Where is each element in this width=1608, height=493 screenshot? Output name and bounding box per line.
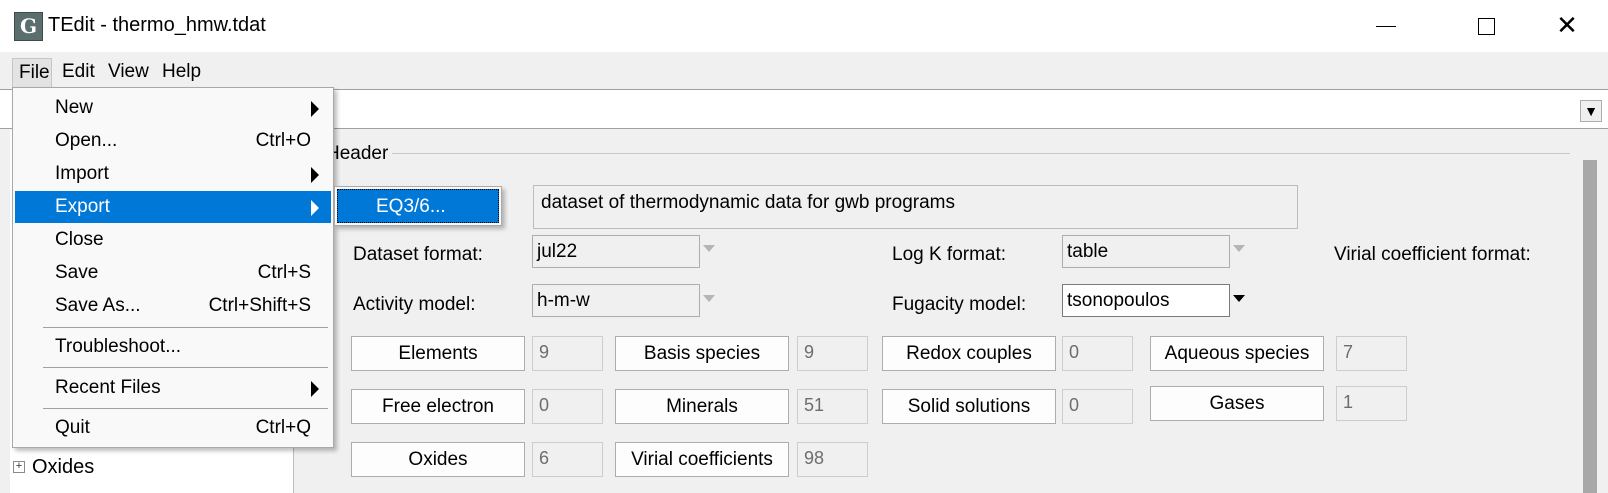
maximize-button[interactable] [1446,0,1526,52]
free-electron-count: 0 [532,389,603,424]
menu-item-close[interactable]: Close [15,224,331,256]
gases-button[interactable]: Gases [1150,386,1324,421]
chevron-down-icon[interactable] [703,245,715,252]
menu-view[interactable]: View [102,58,155,87]
window-title: TEdit - thermo_hmw.tdat [48,14,266,36]
chevron-down-icon[interactable] [1233,295,1245,302]
expand-icon[interactable]: + [13,461,25,473]
menu-item-export[interactable]: Export [15,191,331,223]
fugacity-model-label: Fugacity model: [892,294,1027,315]
menu-separator [43,408,328,409]
logk-format-combo[interactable]: table [1062,235,1230,268]
app-icon[interactable]: G [14,12,43,41]
export-submenu: EQ3/6... [334,186,502,226]
menu-item-troubleshoot[interactable]: Troubleshoot... [15,331,331,363]
close-icon: ✕ [1556,11,1578,41]
virial-coefficients-button[interactable]: Virial coefficients [615,442,789,477]
redox-couples-button[interactable]: Redox couples [882,336,1056,371]
menu-file[interactable]: File [12,58,52,87]
menu-item-open[interactable]: Open... Ctrl+O [15,125,331,157]
minimize-icon [1376,25,1396,27]
virial-coefficients-count: 98 [797,442,868,477]
solid-solutions-count: 0 [1062,389,1133,424]
menu-item-save[interactable]: Save Ctrl+S [15,257,331,289]
oxides-count: 6 [532,442,603,477]
elements-count: 9 [532,336,603,371]
menu-item-save-as[interactable]: Save As... Ctrl+Shift+S [15,290,331,322]
file-menu: New Open... Ctrl+O Import Export Close S… [12,87,334,448]
virial-format-label: Virial coefficient format: [1334,244,1531,265]
oxides-button[interactable]: Oxides [351,442,525,477]
solid-solutions-button[interactable]: Solid solutions [882,389,1056,424]
menu-item-label: Quit [55,417,90,438]
menu-item-label: Import [55,163,109,184]
menu-item-shortcut: Ctrl+O [255,130,311,151]
chevron-down-icon[interactable] [1233,245,1245,252]
menu-help[interactable]: Help [156,58,207,87]
activity-model-label: Activity model: [353,294,476,315]
app-icon-letter: G [19,14,38,38]
group-border [390,153,1570,154]
fugacity-model-combo[interactable]: tsonopoulos [1062,284,1230,317]
menu-item-label: Close [55,229,104,250]
menu-item-label: Troubleshoot... [55,336,182,357]
menu-item-recent-files[interactable]: Recent Files [15,372,331,404]
header-group-title: Header [326,143,393,165]
menu-item-shortcut: Ctrl+S [257,262,311,283]
tree-node-oxides[interactable]: Oxides [32,456,94,479]
menu-item-export-eq36[interactable]: EQ3/6... [337,189,499,223]
free-electron-button[interactable]: Free electron [351,389,525,424]
menu-bar: File Edit View Help [0,55,1608,88]
submenu-arrow-icon [311,167,319,183]
minerals-count: 51 [797,389,868,424]
title-bar: G TEdit - thermo_hmw.tdat ✕ [0,0,1608,52]
submenu-arrow-icon [311,381,319,397]
menu-item-shortcut: Ctrl+Shift+S [208,295,311,316]
menu-item-new[interactable]: New [15,92,331,124]
menu-separator [43,327,328,328]
menu-edit[interactable]: Edit [56,58,101,87]
path-dropdown-button[interactable]: ▼ [1580,100,1602,122]
basis-species-count: 9 [797,336,868,371]
menu-item-label: New [55,97,94,118]
menu-item-label: Recent Files [55,377,161,398]
dataset-format-label: Dataset format: [353,244,483,265]
dataset-format-combo[interactable]: jul22 [532,235,700,268]
menu-item-label: Export [55,196,110,217]
gases-count: 1 [1336,386,1407,421]
menu-separator [43,367,328,368]
submenu-arrow-icon [311,200,319,216]
menu-item-label: Save [55,262,99,283]
menu-item-label: EQ3/6... [376,196,446,217]
aqueous-species-count: 7 [1336,336,1407,371]
logk-format-label: Log K format: [892,244,1007,265]
menu-item-shortcut: Ctrl+Q [255,417,311,438]
menu-item-label: Save As... [55,295,141,316]
elements-button[interactable]: Elements [351,336,525,371]
description-field[interactable]: dataset of thermodynamic data for gwb pr… [533,185,1298,229]
basis-species-button[interactable]: Basis species [615,336,789,371]
maximize-icon [1477,17,1495,35]
close-button[interactable]: ✕ [1527,0,1607,52]
chevron-down-icon[interactable] [703,295,715,302]
scrollbar-thumb[interactable] [1583,160,1597,493]
menu-item-import[interactable]: Import [15,158,331,190]
redox-couples-count: 0 [1062,336,1133,371]
minerals-button[interactable]: Minerals [615,389,789,424]
menu-item-label: Open... [55,130,118,151]
activity-model-combo[interactable]: h-m-w [532,284,700,317]
submenu-arrow-icon [311,101,319,117]
aqueous-species-button[interactable]: Aqueous species [1150,336,1324,371]
menu-item-quit[interactable]: Quit Ctrl+Q [15,412,331,444]
minimize-button[interactable] [1346,0,1426,52]
